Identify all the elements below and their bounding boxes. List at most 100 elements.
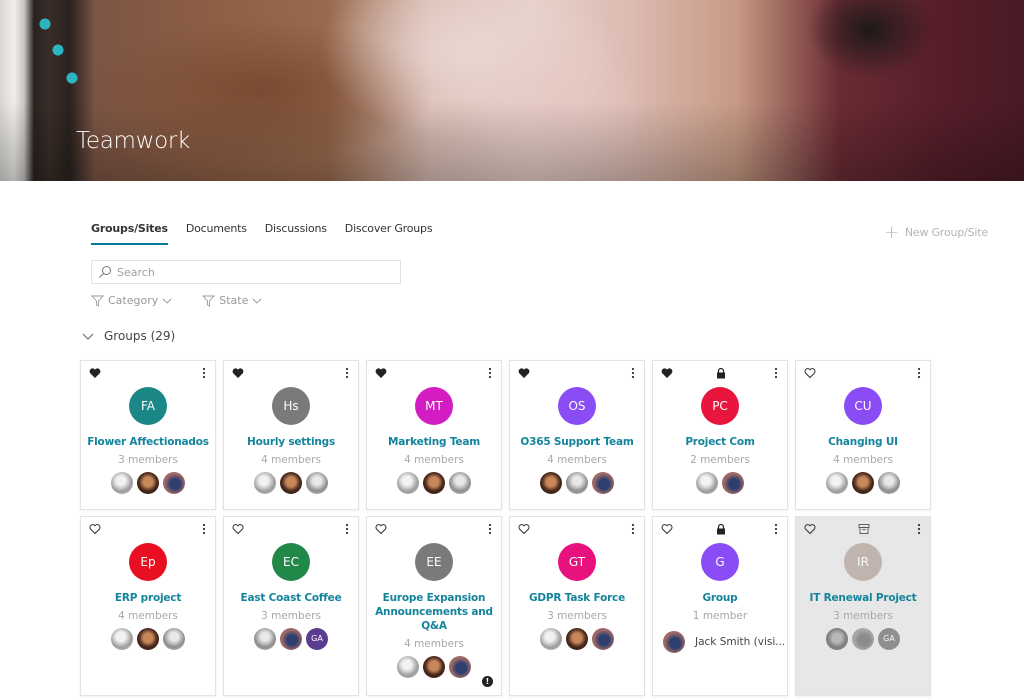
heart-outline-icon[interactable]: [232, 523, 244, 535]
more-options-icon[interactable]: [630, 367, 636, 379]
group-name-link[interactable]: IT Renewal Project: [802, 591, 924, 605]
group-card[interactable]: G Group 1 member Jack Smith (visi...: [652, 516, 788, 696]
member-avatar[interactable]: [852, 472, 874, 494]
group-card[interactable]: Ep ERP project 4 members: [80, 516, 216, 696]
group-name-link[interactable]: GDPR Task Force: [516, 591, 638, 605]
member-avatar[interactable]: [306, 472, 328, 494]
group-avatar[interactable]: GT: [558, 543, 596, 581]
tab-documents[interactable]: Documents: [186, 222, 247, 245]
member-avatar[interactable]: [163, 628, 185, 650]
group-avatar[interactable]: IR: [844, 543, 882, 581]
more-options-icon[interactable]: [487, 367, 493, 379]
group-card[interactable]: FA Flower Affectionados 3 members: [80, 360, 216, 510]
group-card[interactable]: MT Marketing Team 4 members: [366, 360, 502, 510]
heart-outline-icon[interactable]: [518, 523, 530, 535]
group-name-link[interactable]: Changing UI: [802, 435, 924, 449]
group-name-link[interactable]: East Coast Coffee: [230, 591, 352, 605]
member-avatar[interactable]: [423, 472, 445, 494]
group-name-link[interactable]: Flower Affectionados: [87, 435, 209, 449]
group-card[interactable]: OS O365 Support Team 4 members: [509, 360, 645, 510]
member-avatar[interactable]: [722, 472, 744, 494]
group-card[interactable]: EC East Coast Coffee 3 members GA: [223, 516, 359, 696]
member-avatar[interactable]: [397, 656, 419, 678]
member-avatar[interactable]: [449, 656, 471, 678]
category-filter[interactable]: Category: [91, 294, 172, 307]
more-options-icon[interactable]: [344, 367, 350, 379]
member-avatar[interactable]: [449, 472, 471, 494]
member-avatar[interactable]: [111, 472, 133, 494]
group-name-link[interactable]: ERP project: [87, 591, 209, 605]
member-avatar[interactable]: GA: [878, 628, 900, 650]
group-avatar[interactable]: EC: [272, 543, 310, 581]
more-options-icon[interactable]: [916, 523, 922, 535]
member-avatar[interactable]: [540, 628, 562, 650]
search-input[interactable]: [117, 265, 387, 279]
group-name-link[interactable]: Group: [659, 591, 781, 605]
member-avatar[interactable]: [696, 472, 718, 494]
member-avatar[interactable]: [592, 628, 614, 650]
member-item[interactable]: Jack Smith (visi...: [663, 631, 787, 653]
group-name-link[interactable]: Europe Expansion Announcements and Q&A: [373, 591, 495, 633]
group-avatar[interactable]: Ep: [129, 543, 167, 581]
member-avatar[interactable]: [852, 628, 874, 650]
more-options-icon[interactable]: [201, 367, 207, 379]
group-avatar[interactable]: G: [701, 543, 739, 581]
member-avatar[interactable]: [663, 631, 685, 653]
member-avatar[interactable]: [254, 472, 276, 494]
heart-filled-icon[interactable]: [375, 367, 387, 379]
alert-icon[interactable]: !: [482, 676, 493, 687]
tab-discover-groups[interactable]: Discover Groups: [345, 222, 433, 245]
heart-filled-icon[interactable]: [89, 367, 101, 379]
group-avatar[interactable]: Hs: [272, 387, 310, 425]
more-options-icon[interactable]: [773, 523, 779, 535]
more-options-icon[interactable]: [630, 523, 636, 535]
member-avatar[interactable]: [137, 472, 159, 494]
member-avatar[interactable]: [163, 472, 185, 494]
member-avatar[interactable]: [423, 656, 445, 678]
new-group-site-button[interactable]: + New Group/Site: [884, 223, 988, 241]
heart-outline-icon[interactable]: [375, 523, 387, 535]
group-avatar[interactable]: CU: [844, 387, 882, 425]
member-avatar[interactable]: [592, 472, 614, 494]
group-name-link[interactable]: Marketing Team: [373, 435, 495, 449]
group-name-link[interactable]: O365 Support Team: [516, 435, 638, 449]
group-card[interactable]: CU Changing UI 4 members: [795, 360, 931, 510]
tab-groups-sites[interactable]: Groups/Sites: [91, 222, 168, 245]
group-card[interactable]: PC Project Com 2 members: [652, 360, 788, 510]
more-options-icon[interactable]: [344, 523, 350, 535]
groups-section-toggle[interactable]: Groups (29): [82, 329, 175, 343]
group-card[interactable]: IR IT Renewal Project 3 members GA: [795, 516, 931, 696]
group-card[interactable]: Hs Hourly settings 4 members: [223, 360, 359, 510]
heart-outline-icon[interactable]: [804, 367, 816, 379]
member-avatar[interactable]: [566, 628, 588, 650]
member-avatar[interactable]: [254, 628, 276, 650]
search-box[interactable]: [91, 260, 401, 284]
member-avatar[interactable]: [397, 472, 419, 494]
group-avatar[interactable]: FA: [129, 387, 167, 425]
member-avatar[interactable]: [280, 472, 302, 494]
more-options-icon[interactable]: [773, 367, 779, 379]
member-avatar[interactable]: [566, 472, 588, 494]
more-options-icon[interactable]: [916, 367, 922, 379]
heart-filled-icon[interactable]: [661, 367, 673, 379]
heart-outline-icon[interactable]: [89, 523, 101, 535]
group-name-link[interactable]: Project Com: [659, 435, 781, 449]
member-avatar[interactable]: [137, 628, 159, 650]
member-avatar[interactable]: [826, 472, 848, 494]
member-avatar[interactable]: [540, 472, 562, 494]
group-name-link[interactable]: Hourly settings: [230, 435, 352, 449]
group-card[interactable]: GT GDPR Task Force 3 members: [509, 516, 645, 696]
heart-filled-icon[interactable]: [232, 367, 244, 379]
more-options-icon[interactable]: [487, 523, 493, 535]
member-avatar[interactable]: GA: [306, 628, 328, 650]
state-filter[interactable]: State: [202, 294, 262, 307]
group-avatar[interactable]: EE: [415, 543, 453, 581]
group-avatar[interactable]: MT: [415, 387, 453, 425]
group-avatar[interactable]: PC: [701, 387, 739, 425]
member-avatar[interactable]: [280, 628, 302, 650]
group-avatar[interactable]: OS: [558, 387, 596, 425]
heart-outline-icon[interactable]: [804, 523, 816, 535]
tab-discussions[interactable]: Discussions: [265, 222, 327, 245]
member-avatar[interactable]: [826, 628, 848, 650]
member-avatar[interactable]: [111, 628, 133, 650]
